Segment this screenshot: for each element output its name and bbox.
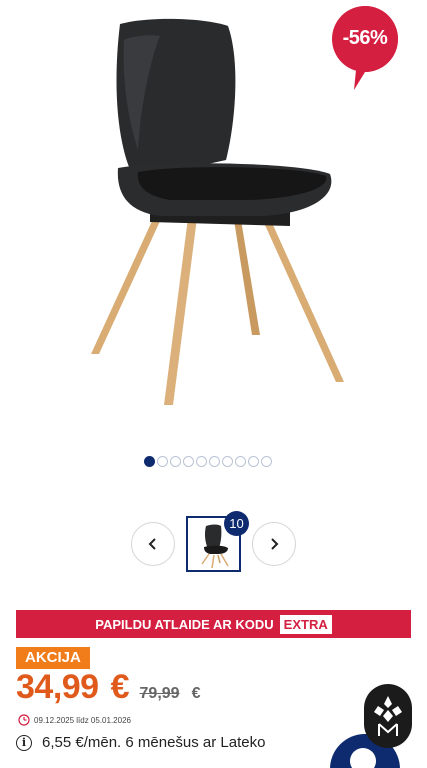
installment-info[interactable]: i 6,55 €/mēn. 6 mēnešus ar Lateko	[16, 734, 265, 751]
gallery-dot[interactable]	[248, 456, 259, 467]
next-image-button[interactable]	[252, 522, 296, 566]
gallery-dot[interactable]	[209, 456, 220, 467]
price-row: 34,99 € 79,99 €	[16, 668, 200, 708]
installment-text: 6,55 €/mēn. 6 mēnešus ar Lateko	[42, 734, 266, 751]
discount-badge: -56%	[332, 6, 398, 90]
old-price: 79,99	[139, 685, 180, 702]
previous-image-button[interactable]	[131, 522, 175, 566]
promo-validity: 09.12.2025 līdz 05.01.2026	[18, 714, 131, 726]
image-count-badge: 10	[224, 511, 249, 536]
brand-logo-icon	[374, 696, 402, 736]
thumbnail-strip: 10	[0, 511, 427, 572]
promo-banner[interactable]: PAPILDU ATLAIDE AR KODU EXTRA	[16, 610, 411, 638]
gallery-dot[interactable]	[222, 456, 233, 467]
gallery-dot[interactable]	[144, 456, 155, 467]
clock-icon	[18, 714, 30, 726]
chevron-left-icon	[148, 538, 156, 550]
discount-percentage: -56%	[342, 27, 388, 49]
gallery-dot[interactable]	[157, 456, 168, 467]
old-price-currency: €	[191, 685, 201, 702]
validity-dates: 09.12.2025 līdz 05.01.2026	[34, 715, 131, 725]
info-icon[interactable]: i	[16, 734, 32, 751]
gallery-dot[interactable]	[235, 456, 246, 467]
gallery-pagination	[144, 456, 272, 467]
gallery-dot[interactable]	[196, 456, 207, 467]
brand-logo-button[interactable]	[364, 684, 412, 748]
chevron-right-icon	[271, 538, 279, 550]
gallery-dot[interactable]	[261, 456, 272, 467]
gallery-dot[interactable]	[170, 456, 181, 467]
current-price: 34,99	[16, 668, 99, 706]
promo-code: EXTRA	[279, 614, 332, 634]
current-price-currency: €	[110, 668, 130, 706]
promo-text: PAPILDU ATLAIDE AR KODU	[95, 616, 274, 632]
gallery-dot[interactable]	[183, 456, 194, 467]
sale-label: AKCIJA	[16, 647, 90, 669]
